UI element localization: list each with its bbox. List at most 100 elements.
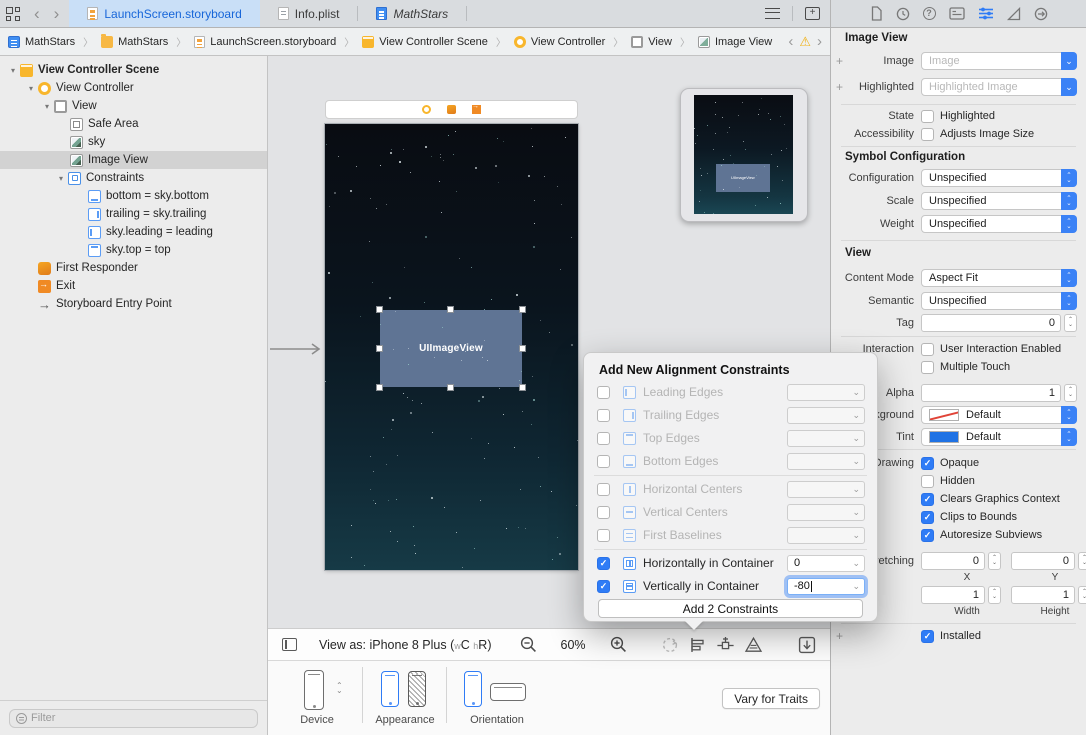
embed-in-stack-icon[interactable] [798,636,816,654]
resize-handle-left[interactable] [376,344,383,352]
tag-stepper[interactable]: ⌃ ⌄ [1064,314,1077,332]
view-as-button[interactable]: View as: iPhone 8 Plus (wC hR) [319,638,492,652]
breadcrumb-item[interactable]: View [648,36,672,48]
add-editor-icon[interactable]: + [805,7,820,20]
user-interaction-enabled-checkbox[interactable] [921,342,934,356]
vertical-centers-value[interactable]: ⌄ [787,503,865,521]
horizontally-in-container-checkbox[interactable]: ✓ [597,556,610,570]
add-constraints-pin-icon[interactable] [716,636,735,654]
connections-inspector-icon[interactable] [1034,7,1048,21]
resize-handle-bottom[interactable] [447,384,454,391]
disclosure-triangle[interactable]: ▾ [42,102,52,111]
outline-item-constraint-trailing[interactable]: trailing = sky.trailing [0,205,267,223]
horizontal-centers-checkbox[interactable] [597,482,610,496]
vertically-in-container-value[interactable]: -80 ⌄ [787,577,865,595]
opaque-checkbox[interactable]: ✓ [921,456,934,470]
top-edges-value[interactable]: ⌄ [787,429,865,447]
alpha-field[interactable]: 1 [921,384,1061,402]
tab-mathstars[interactable]: MathStars [358,0,466,27]
add-constraints-button[interactable]: Add 2 Constraints [598,599,863,618]
breadcrumb-item[interactable]: View Controller [531,36,605,48]
bottom-edges-value[interactable]: ⌄ [787,452,865,470]
content-mode-popup[interactable]: Aspect Fit ⌃ ⌄ [921,269,1077,287]
trailing-edges-checkbox[interactable] [597,408,610,422]
highlighted-image-combo[interactable]: Highlighted Image ⌄ [921,78,1077,96]
outline-item-first-responder[interactable]: First Responder [0,259,267,277]
outline-item-scene[interactable]: ▾ View Controller Scene [0,61,267,79]
horizontal-centers-value[interactable]: ⌄ [787,480,865,498]
resize-handle-top-right[interactable] [519,306,526,313]
stretching-y-stepper[interactable]: ⌃ ⌄ [1078,552,1086,570]
previous-issue-button[interactable]: ‹ [788,33,793,50]
add-highlighted-image-button[interactable]: + [836,80,843,94]
related-items-grid-icon[interactable] [6,6,20,21]
breadcrumb-item[interactable]: LaunchScreen.storyboard [210,36,336,48]
size-inspector-icon[interactable] [1006,6,1021,21]
adjusts-image-size-checkbox[interactable] [921,127,934,141]
zoom-out-icon[interactable] [520,636,537,653]
leading-edges-checkbox[interactable] [597,385,610,399]
outline-item-exit[interactable]: Exit [0,277,267,295]
identity-inspector-icon[interactable] [948,7,965,20]
forward-button[interactable]: › [54,1,60,27]
vertical-centers-checkbox[interactable] [597,505,610,519]
image-combo[interactable]: Image ⌄ [921,52,1077,70]
stretching-width-field[interactable]: 1 [921,586,985,604]
align-button-icon[interactable] [688,636,707,654]
top-edges-checkbox[interactable] [597,431,610,445]
tag-field[interactable]: 0 [921,314,1061,332]
installed-checkbox[interactable]: ✓ [921,629,934,643]
editor-options-icon[interactable] [765,8,780,19]
zoom-in-icon[interactable] [610,636,627,653]
stretching-x-stepper[interactable]: ⌃ ⌄ [988,552,1001,570]
weight-popup[interactable]: Unspecified ⌃ ⌄ [921,215,1077,233]
disclosure-triangle[interactable]: ▾ [56,174,66,183]
outline-item-constraint-bottom[interactable]: bottom = sky.bottom [0,187,267,205]
storyboard-entry-point-arrow[interactable] [270,343,325,355]
breadcrumb-item[interactable]: Image View [715,36,772,48]
zoom-level[interactable]: 60% [561,638,586,652]
tint-popup[interactable]: Default ⌃ ⌄ [921,428,1077,446]
outline-item-view[interactable]: ▾ View [0,97,267,115]
leading-edges-value[interactable]: ⌄ [787,383,865,401]
orientation-portrait-icon[interactable] [464,671,482,707]
resize-handle-top-left[interactable] [376,306,383,313]
outline-item-view-controller[interactable]: ▾ View Controller [0,79,267,97]
first-baselines-checkbox[interactable] [597,528,610,542]
breadcrumb-item[interactable]: MathStars [25,36,75,48]
outline-item-image-view[interactable]: Image View [0,151,267,169]
add-installed-variant-button[interactable]: + [836,629,843,643]
warning-icon[interactable]: ⚠ [799,35,811,48]
resolve-autolayout-icon[interactable] [744,636,763,654]
exit-icon[interactable] [472,103,481,114]
outline-item-constraint-leading[interactable]: sky.leading = leading [0,223,267,241]
appearance-dark-icon[interactable] [408,671,426,707]
outline-item-entry-point[interactable]: → Storyboard Entry Point [0,295,267,313]
multiple-touch-checkbox[interactable] [921,360,934,374]
update-frames-icon[interactable] [661,636,679,654]
view-controller-icon[interactable] [422,105,431,114]
stretching-y-field[interactable]: 0 [1011,552,1075,570]
alpha-stepper[interactable]: ⌃ ⌄ [1064,384,1077,402]
first-baselines-value[interactable]: ⌄ [787,526,865,544]
file-inspector-icon[interactable] [870,6,883,21]
hidden-checkbox[interactable] [921,474,934,488]
stretching-height-field[interactable]: 1 [1011,586,1075,604]
history-inspector-icon[interactable] [896,7,910,21]
stretching-width-stepper[interactable]: ⌃ ⌄ [988,586,1001,604]
breadcrumb-item[interactable]: MathStars [118,36,168,48]
highlighted-checkbox[interactable] [921,109,934,123]
scale-popup[interactable]: Unspecified ⌃ ⌄ [921,192,1077,210]
attributes-inspector-icon[interactable] [978,7,994,20]
device-chooser-stepper[interactable]: ⌃ ⌄ [336,682,343,695]
resize-handle-top[interactable] [447,306,454,313]
disclosure-triangle[interactable]: ▾ [8,66,18,75]
outline-item-constraint-top[interactable]: sky.top = top [0,241,267,259]
add-image-button[interactable]: + [836,54,843,68]
quick-help-inspector-icon[interactable]: ? [922,7,936,20]
orientation-landscape-icon[interactable] [490,683,526,701]
resize-handle-bottom-right[interactable] [519,384,526,391]
disclosure-triangle[interactable]: ▾ [26,84,36,93]
clears-graphics-context-checkbox[interactable]: ✓ [921,492,934,506]
horizontally-in-container-value[interactable]: 0 ⌄ [787,554,865,572]
